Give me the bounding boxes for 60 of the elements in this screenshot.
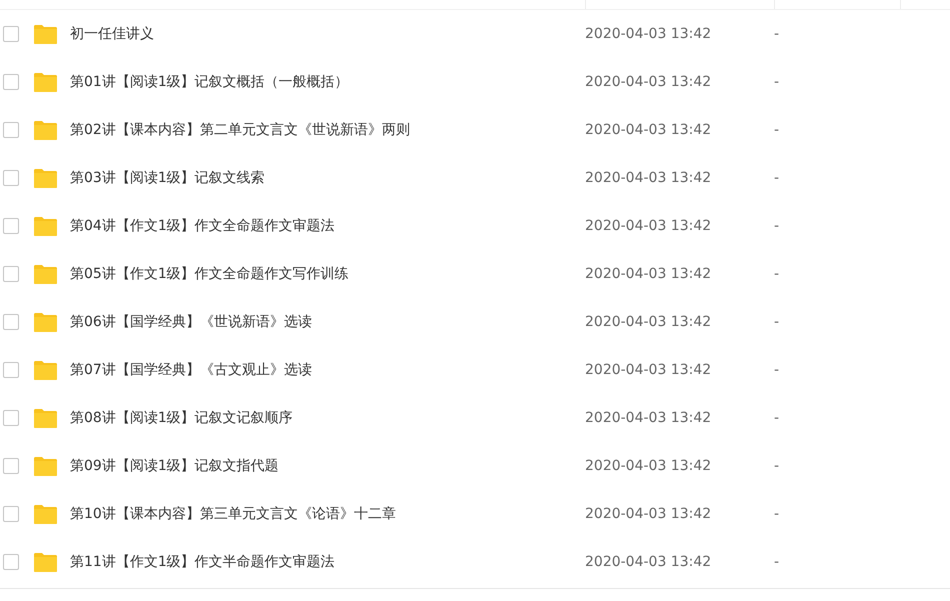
folder-icon <box>33 24 58 44</box>
file-size: - <box>774 122 780 138</box>
checkbox[interactable] <box>3 74 19 90</box>
modified-time: 2020-04-03 13:42 <box>585 362 712 378</box>
checkbox[interactable] <box>3 218 19 234</box>
file-name[interactable]: 初一任佳讲义 <box>70 25 585 43</box>
modified-time: 2020-04-03 13:42 <box>585 458 712 474</box>
checkbox[interactable] <box>3 122 19 138</box>
file-size: - <box>774 554 780 570</box>
folder-icon <box>33 216 58 236</box>
file-name[interactable]: 第10讲【课本内容】第三单元文言文《论语》十二章 <box>70 505 585 523</box>
checkbox[interactable] <box>3 26 19 42</box>
modified-time: 2020-04-03 13:42 <box>585 266 712 282</box>
modified-time: 2020-04-03 13:42 <box>585 554 712 570</box>
folder-icon <box>33 456 58 476</box>
folder-icon <box>33 504 58 524</box>
checkbox[interactable] <box>3 266 19 282</box>
folder-icon <box>33 264 58 284</box>
modified-time: 2020-04-03 13:42 <box>585 314 712 330</box>
checkbox[interactable] <box>3 314 19 330</box>
file-name[interactable]: 第04讲【作文1级】作文全命题作文审题法 <box>70 217 585 235</box>
checkbox[interactable] <box>3 506 19 522</box>
checkbox[interactable] <box>3 170 19 186</box>
folder-icon <box>33 552 58 572</box>
checkbox[interactable] <box>3 362 19 378</box>
file-size: - <box>774 458 780 474</box>
file-size: - <box>774 506 780 522</box>
folder-icon <box>33 120 58 140</box>
folder-icon <box>33 360 58 380</box>
file-name[interactable]: 第01讲【阅读1级】记叙文概括（一般概括） <box>70 73 585 91</box>
file-size: - <box>774 314 780 330</box>
folder-icon <box>33 168 58 188</box>
file-name[interactable]: 第03讲【阅读1级】记叙文线索 <box>70 169 585 187</box>
modified-time: 2020-04-03 13:42 <box>585 26 712 42</box>
modified-time: 2020-04-03 13:42 <box>585 170 712 186</box>
folder-icon <box>33 312 58 332</box>
file-name[interactable]: 第08讲【阅读1级】记叙文记叙顺序 <box>70 409 585 427</box>
file-size: - <box>774 266 780 282</box>
folder-icon <box>33 408 58 428</box>
modified-time: 2020-04-03 13:42 <box>585 218 712 234</box>
checkbox[interactable] <box>3 458 19 474</box>
modified-time: 2020-04-03 13:42 <box>585 74 712 90</box>
modified-time: 2020-04-03 13:42 <box>585 506 712 522</box>
file-size: - <box>774 218 780 234</box>
modified-time: 2020-04-03 13:42 <box>585 122 712 138</box>
file-size: - <box>774 26 780 42</box>
file-name[interactable]: 第05讲【作文1级】作文全命题作文写作训练 <box>70 265 585 283</box>
file-name[interactable]: 第11讲【作文1级】作文半命题作文审题法 <box>70 553 585 571</box>
file-name[interactable]: 第02讲【课本内容】第二单元文言文《世说新语》两则 <box>70 121 585 139</box>
file-size: - <box>774 170 780 186</box>
file-name[interactable]: 第06讲【国学经典】《世说新语》选读 <box>70 313 585 331</box>
file-size: - <box>774 74 780 90</box>
file-size: - <box>774 410 780 426</box>
file-size: - <box>774 362 780 378</box>
file-name[interactable]: 第09讲【阅读1级】记叙文指代题 <box>70 457 585 475</box>
checkbox[interactable] <box>3 554 19 570</box>
checkbox[interactable] <box>3 410 19 426</box>
modified-time: 2020-04-03 13:42 <box>585 410 712 426</box>
file-name[interactable]: 第07讲【国学经典】《古文观止》选读 <box>70 361 585 379</box>
folder-icon <box>33 72 58 92</box>
